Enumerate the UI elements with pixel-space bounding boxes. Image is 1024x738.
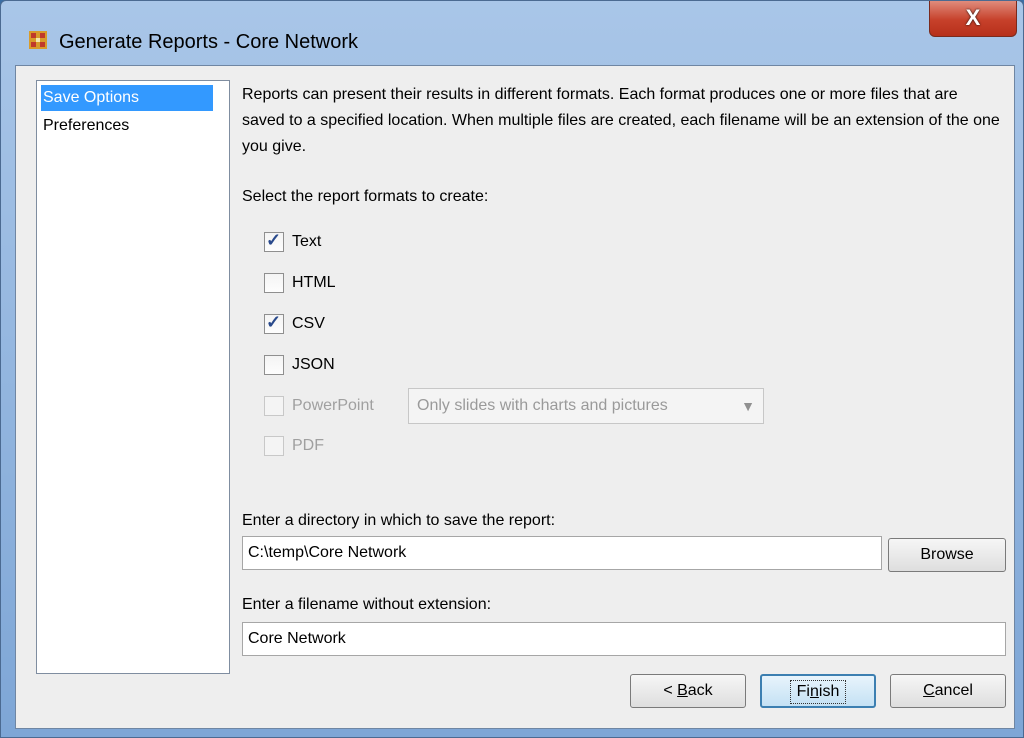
format-pdf-label: PDF — [292, 437, 324, 454]
dialog-content: Save Options Preferences Reports can pre… — [15, 65, 1015, 729]
sidebar-item-save-options[interactable]: Save Options — [41, 85, 213, 111]
powerpoint-content-value: Only slides with charts and pictures — [417, 397, 668, 414]
title-bar[interactable]: Generate Reports - Core Network X — [1, 1, 1023, 61]
format-powerpoint-row: PowerPoint — [264, 394, 374, 418]
format-json-row[interactable]: JSON — [264, 353, 335, 377]
finish-focus-ring: Finish — [789, 680, 847, 704]
cancel-button[interactable]: Cancel — [890, 674, 1006, 708]
checkmark-icon: ✓ — [266, 312, 282, 332]
format-html-checkbox[interactable] — [264, 273, 284, 293]
format-json-label: JSON — [292, 356, 335, 373]
cancel-rest: ancel — [934, 682, 973, 699]
back-prefix: < — [663, 682, 678, 699]
close-button[interactable]: X — [929, 1, 1017, 37]
format-pdf-row: PDF — [264, 434, 324, 458]
format-json-checkbox[interactable] — [264, 355, 284, 375]
directory-label: Enter a directory in which to save the r… — [242, 512, 556, 529]
sidebar-item-preferences[interactable]: Preferences — [41, 113, 213, 139]
dialog-window: Generate Reports - Core Network X Save O… — [0, 0, 1024, 738]
browse-button[interactable]: Browse — [888, 538, 1006, 572]
filename-label: Enter a filename without extension: — [242, 596, 492, 613]
filename-input[interactable]: Core Network — [242, 622, 1006, 656]
back-mnemonic: B — [677, 682, 688, 699]
format-html-row[interactable]: HTML — [264, 271, 336, 295]
chevron-down-icon: ▼ — [741, 398, 755, 414]
directory-input[interactable]: C:\temp\Core Network — [242, 536, 882, 570]
formats-label: Select the report formats to create: — [242, 188, 489, 205]
powerpoint-content-select: Only slides with charts and pictures ▼ — [408, 388, 764, 424]
format-html-label: HTML — [292, 274, 336, 291]
format-text-label: Text — [292, 233, 322, 250]
finish-start: Fi — [796, 683, 810, 700]
back-button[interactable]: < Back — [630, 674, 746, 708]
cancel-mnemonic: C — [923, 682, 935, 699]
format-pdf-checkbox — [264, 436, 284, 456]
format-text-checkbox[interactable]: ✓ — [264, 230, 284, 252]
app-icon — [29, 31, 47, 49]
checkmark-icon: ✓ — [266, 230, 282, 250]
finish-mnemonic: n — [809, 683, 819, 700]
intro-text: Reports can present their results in dif… — [242, 86, 1000, 155]
options-sidebar: Save Options Preferences — [36, 80, 230, 674]
format-powerpoint-label: PowerPoint — [292, 397, 374, 414]
finish-rest: ish — [818, 683, 840, 700]
finish-button[interactable]: Finish — [760, 674, 876, 708]
format-csv-label: CSV — [292, 315, 325, 332]
back-rest: ack — [687, 682, 713, 699]
format-csv-row[interactable]: ✓ CSV — [264, 312, 325, 336]
format-powerpoint-checkbox — [264, 396, 284, 416]
format-text-row[interactable]: ✓ Text — [264, 230, 321, 254]
format-csv-checkbox[interactable]: ✓ — [264, 312, 284, 334]
window-title: Generate Reports - Core Network — [59, 31, 359, 53]
close-icon: X — [965, 5, 981, 30]
